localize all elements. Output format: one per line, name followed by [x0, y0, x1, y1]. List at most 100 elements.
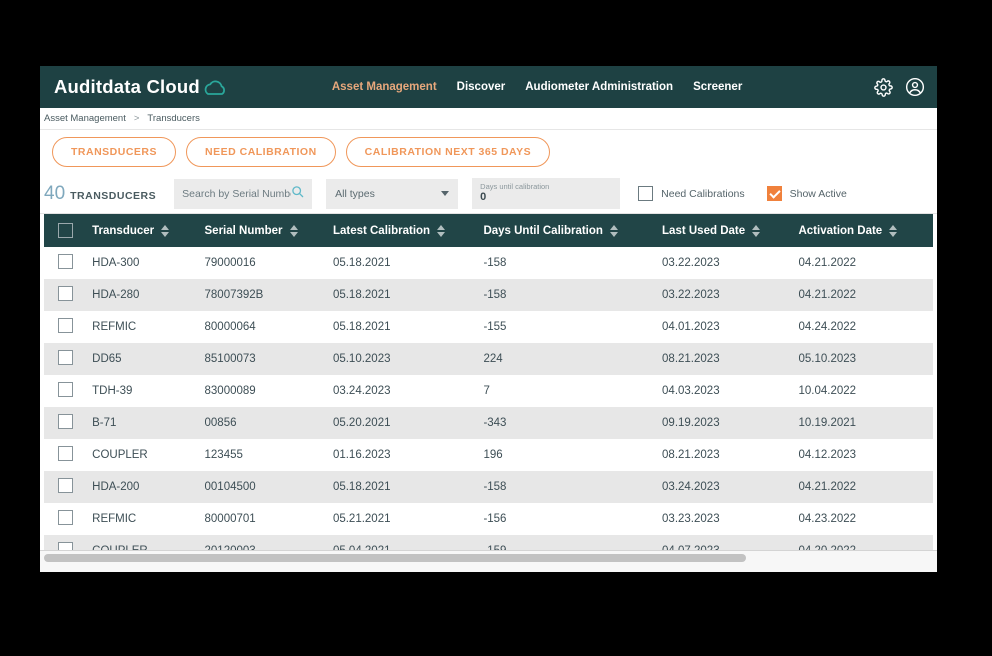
row-select-checkbox[interactable] [58, 542, 73, 550]
pill-transducers[interactable]: TRANSDUCERS [52, 137, 176, 167]
days-until-calibration-value: 0 [480, 191, 612, 204]
search-icon[interactable] [291, 185, 304, 203]
cell-activation: 05.10.2023 [792, 343, 933, 375]
table-header: Transducer Serial Number Latest Calibrat… [44, 214, 933, 247]
need-calibrations-checkbox[interactable] [638, 186, 653, 201]
search-input[interactable] [182, 188, 291, 200]
row-select-checkbox[interactable] [58, 510, 73, 525]
cell-days: 7 [477, 375, 656, 407]
cell-transducer: HDA-280 [86, 279, 198, 311]
cell-last_used: 03.22.2023 [656, 279, 792, 311]
cell-days: -159 [477, 535, 656, 550]
window-bottom-strip [40, 564, 937, 572]
select-all-checkbox[interactable] [58, 223, 73, 238]
table-row[interactable]: HDA-2000010450005.18.2021-15803.24.20230… [44, 471, 933, 503]
nav-item-audiometer-administration[interactable]: Audiometer Administration [525, 81, 673, 93]
column-header-transducer[interactable]: Transducer [86, 214, 198, 247]
table-row[interactable]: TDH-398300008903.24.2023704.03.202310.04… [44, 375, 933, 407]
nav-item-asset-management[interactable]: Asset Management [332, 81, 437, 93]
cell-activation: 04.12.2023 [792, 439, 933, 471]
sort-toggle-days-until-calibration[interactable] [610, 225, 618, 237]
days-until-calibration-label: Days until calibration [480, 183, 612, 192]
sort-toggle-last-used-date[interactable] [752, 225, 760, 237]
column-header-serial-number[interactable]: Serial Number [199, 214, 327, 247]
show-active-checkbox[interactable] [767, 186, 782, 201]
topbar-actions [874, 77, 925, 97]
nav-item-discover[interactable]: Discover [457, 81, 506, 93]
row-select-cell [44, 311, 86, 343]
column-header-serial-number-label: Serial Number [205, 225, 283, 237]
column-header-days-until-calibration[interactable]: Days Until Calibration [477, 214, 656, 247]
row-select-checkbox[interactable] [58, 414, 73, 429]
filter-pill-row: TRANSDUCERS NEED CALIBRATION CALIBRATION… [40, 130, 937, 174]
gear-icon[interactable] [874, 78, 893, 97]
cell-activation: 04.23.2022 [792, 503, 933, 535]
table-row[interactable]: REFMIC8000006405.18.2021-15504.01.202304… [44, 311, 933, 343]
cell-activation: 04.21.2022 [792, 471, 933, 503]
chevron-down-icon[interactable] [441, 191, 449, 196]
column-header-last-used-date[interactable]: Last Used Date [656, 214, 792, 247]
row-select-checkbox[interactable] [58, 382, 73, 397]
row-select-checkbox[interactable] [58, 318, 73, 333]
transducer-count-label: TRANSDUCERS [70, 190, 156, 202]
row-select-checkbox[interactable] [58, 286, 73, 301]
cell-last_used: 04.03.2023 [656, 375, 792, 407]
row-select-checkbox[interactable] [58, 446, 73, 461]
transducers-table: Transducer Serial Number Latest Calibrat… [44, 214, 933, 550]
pill-calibration-next-365-days[interactable]: CALIBRATION NEXT 365 DAYS [346, 137, 551, 167]
cell-transducer: HDA-200 [86, 471, 198, 503]
horizontal-scrollbar-thumb[interactable] [44, 554, 746, 562]
need-calibrations-label: Need Calibrations [661, 188, 744, 200]
sort-toggle-transducer[interactable] [161, 225, 169, 237]
row-select-checkbox[interactable] [58, 350, 73, 365]
breadcrumb-asset-management[interactable]: Asset Management [44, 113, 126, 124]
cell-serial: 85100073 [199, 343, 327, 375]
sort-toggle-serial-number[interactable] [290, 225, 298, 237]
cell-days: -155 [477, 311, 656, 343]
column-header-last-used-date-label: Last Used Date [662, 225, 745, 237]
column-header-activation-date[interactable]: Activation Date [792, 214, 933, 247]
need-calibrations-checkbox-item[interactable]: Need Calibrations [638, 186, 744, 201]
cell-days: -156 [477, 503, 656, 535]
cell-serial: 79000016 [199, 247, 327, 279]
table-row[interactable]: HDA-3007900001605.18.2021-15803.22.20230… [44, 247, 933, 279]
cloud-icon [204, 80, 226, 96]
main-nav: Asset Management Discover Audiometer Adm… [332, 81, 742, 93]
sort-toggle-latest-calibration[interactable] [437, 225, 445, 237]
table-row[interactable]: COUPLER2012000305.04.2021-15904.07.20230… [44, 535, 933, 550]
table-header-row: Transducer Serial Number Latest Calibrat… [44, 214, 933, 247]
table-row[interactable]: COUPLER12345501.16.202319608.21.202304.1… [44, 439, 933, 471]
account-circle-icon[interactable] [905, 77, 925, 97]
breadcrumb-separator-icon: > [134, 113, 140, 124]
cell-days: 196 [477, 439, 656, 471]
breadcrumb-transducers[interactable]: Transducers [147, 113, 199, 124]
cell-transducer: TDH-39 [86, 375, 198, 407]
cell-last_used: 04.01.2023 [656, 311, 792, 343]
table-row[interactable]: DD658510007305.10.202322408.21.202305.10… [44, 343, 933, 375]
cell-days: -158 [477, 471, 656, 503]
column-header-latest-calibration[interactable]: Latest Calibration [327, 214, 478, 247]
table-row[interactable]: B-710085605.20.2021-34309.19.202310.19.2… [44, 407, 933, 439]
horizontal-scrollbar[interactable] [40, 550, 937, 564]
column-header-latest-calibration-label: Latest Calibration [333, 225, 430, 237]
cell-activation: 04.24.2022 [792, 311, 933, 343]
app-logo[interactable]: Auditdata Cloud [54, 76, 226, 98]
nav-item-screener[interactable]: Screener [693, 81, 742, 93]
cell-latest: 05.20.2021 [327, 407, 478, 439]
row-select-checkbox[interactable] [58, 254, 73, 269]
row-select-cell [44, 503, 86, 535]
show-active-checkbox-item[interactable]: Show Active [767, 186, 847, 201]
cell-latest: 03.24.2023 [327, 375, 478, 407]
cell-last_used: 03.22.2023 [656, 247, 792, 279]
cell-activation: 04.20.2022 [792, 535, 933, 550]
search-serial-number-box[interactable] [174, 179, 312, 209]
table-row[interactable]: REFMIC8000070105.21.2021-15603.23.202304… [44, 503, 933, 535]
sort-toggle-activation-date[interactable] [889, 225, 897, 237]
cell-days: -158 [477, 279, 656, 311]
days-until-calibration-field[interactable]: Days until calibration 0 [472, 178, 620, 209]
pill-need-calibration[interactable]: NEED CALIBRATION [186, 137, 336, 167]
cell-transducer: REFMIC [86, 311, 198, 343]
type-filter-select[interactable]: All types [326, 179, 458, 209]
row-select-checkbox[interactable] [58, 478, 73, 493]
table-row[interactable]: HDA-28078007392B05.18.2021-15803.22.2023… [44, 279, 933, 311]
